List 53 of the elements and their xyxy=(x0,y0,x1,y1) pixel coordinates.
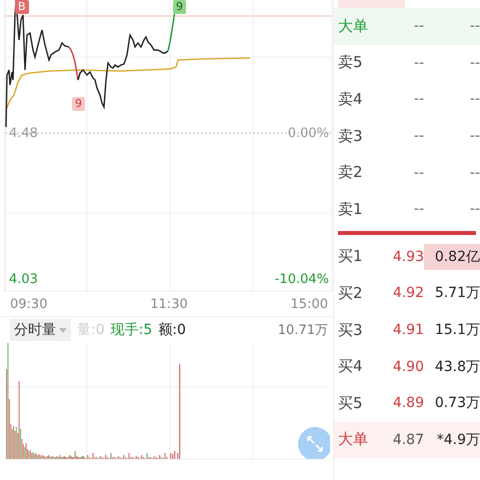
indicator-dropdown[interactable]: 分时量 xyxy=(10,319,71,341)
volume-value: 43.8万 xyxy=(434,358,480,377)
volume-value: -- xyxy=(468,164,480,183)
price-value: 4.89 xyxy=(392,395,424,412)
price-label: 4.48 xyxy=(9,126,38,141)
signal-badge: 9 xyxy=(72,97,85,111)
price-value: -- xyxy=(412,201,424,218)
current-hand-label: 现手:5 xyxy=(110,321,152,339)
volume-value: 0.82亿 xyxy=(424,244,480,270)
price-value: -- xyxy=(412,91,424,108)
amount-label: 额:0 xyxy=(158,321,186,339)
caret-icon xyxy=(59,328,67,332)
change-label: -10.04% xyxy=(274,272,329,287)
price-value: 4.92 xyxy=(392,285,424,302)
level-label: 卖5 xyxy=(338,53,364,72)
level-label: 买1 xyxy=(338,247,364,266)
volume-value: -- xyxy=(468,90,480,110)
volume-value: 15.1万 xyxy=(434,321,480,340)
level-label: 买3 xyxy=(338,320,364,340)
tab-background[interactable] xyxy=(338,0,405,8)
level-label: 买5 xyxy=(338,394,364,413)
change-label: 0.00% xyxy=(288,126,329,141)
level-label: 买2 xyxy=(338,284,364,303)
volume-value: -- xyxy=(468,200,480,220)
time-label: 15:00 xyxy=(290,296,328,312)
price-value: 4.90 xyxy=(392,358,424,375)
volume-value: *4.9万 xyxy=(436,430,480,450)
price-value: -- xyxy=(412,164,424,181)
level-label: 卖1 xyxy=(338,200,364,219)
level-label: 卖4 xyxy=(338,90,364,109)
volume-value: -- xyxy=(468,54,480,73)
price-value: -- xyxy=(412,128,424,144)
volume-value: -- xyxy=(468,17,480,36)
expand-icon[interactable] xyxy=(298,427,330,459)
price-value: 4.87 xyxy=(392,432,424,448)
price-value: 4.93 xyxy=(392,248,424,265)
price-value: 4.91 xyxy=(392,322,424,338)
level-label: 大单 xyxy=(338,430,369,450)
price-value: -- xyxy=(412,54,424,71)
volume-value: 0.73万 xyxy=(434,394,480,414)
volume-value: 5.71万 xyxy=(434,284,480,304)
max-volume-label: 10.71万 xyxy=(278,322,328,339)
signal-badge: B xyxy=(15,0,29,14)
level-label: 大单 xyxy=(338,16,369,36)
level-label: 买4 xyxy=(338,357,364,376)
time-label: 09:30 xyxy=(10,296,48,312)
volume-value: -- xyxy=(468,127,480,146)
level-label: 卖2 xyxy=(338,163,364,182)
signal-badge: 9 xyxy=(173,0,186,14)
level-label: 卖3 xyxy=(338,126,364,146)
price-label: 4.03 xyxy=(9,272,38,287)
time-label: 11:30 xyxy=(150,296,188,312)
price-value: -- xyxy=(412,18,424,34)
